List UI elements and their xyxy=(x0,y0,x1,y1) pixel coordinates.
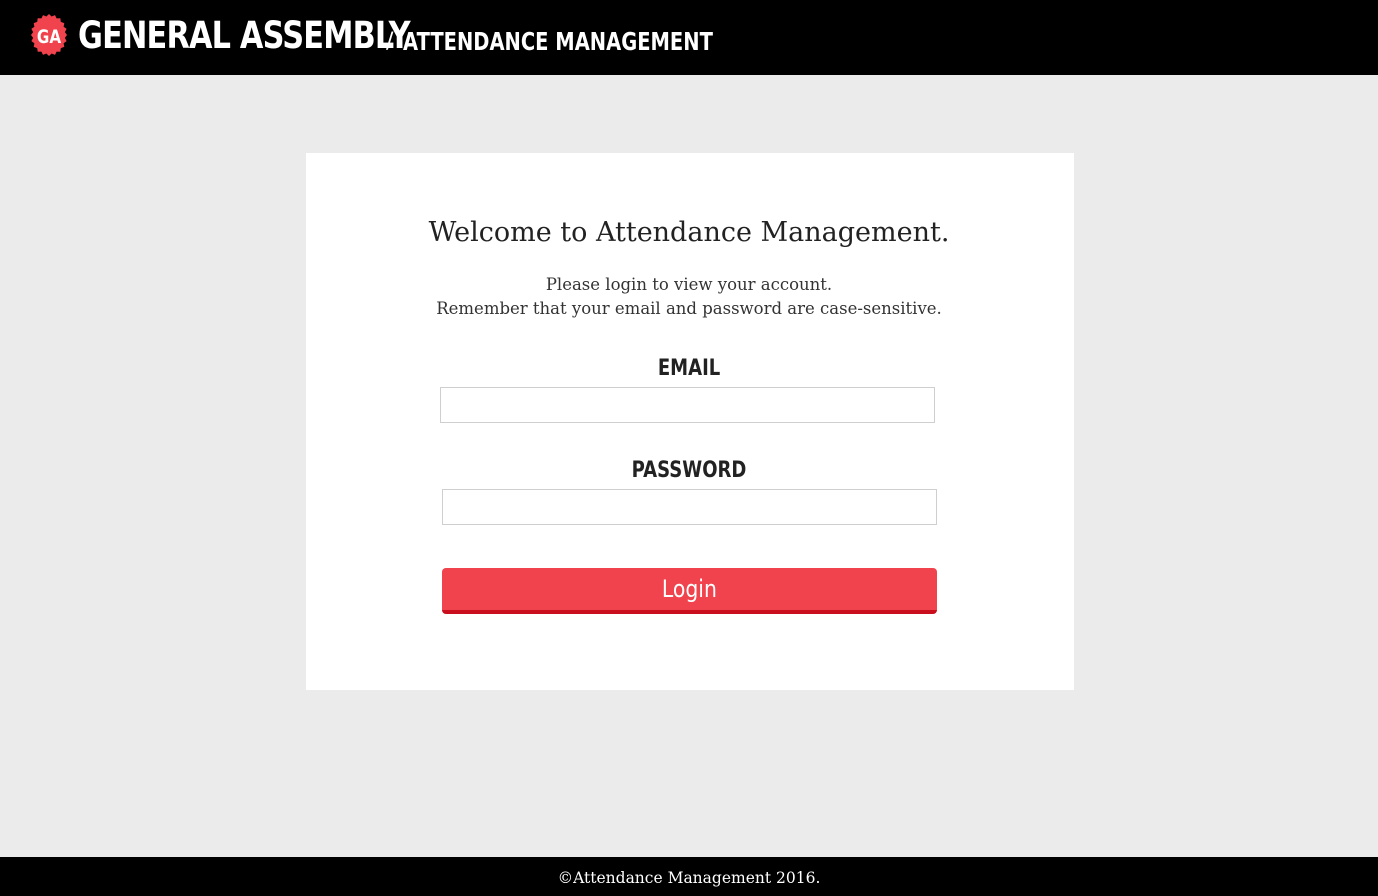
login-button-label: Login xyxy=(661,575,718,603)
title-separator: / xyxy=(386,29,394,54)
footer: ©Attendance Management 2016. xyxy=(0,857,1378,896)
password-input[interactable] xyxy=(442,489,937,525)
email-input[interactable] xyxy=(440,387,935,423)
password-label-text: PASSWORD xyxy=(631,458,747,483)
login-button[interactable]: Login xyxy=(442,568,937,614)
email-label-text: EMAIL xyxy=(657,356,721,381)
ga-logo-text: GA xyxy=(37,26,62,48)
brand-title[interactable]: GENERAL ASSEMBLY xyxy=(78,10,411,62)
top-bar: GA GENERAL ASSEMBLY / ATTENDANCE MANAGEM… xyxy=(0,0,1378,75)
password-label: PASSWORD xyxy=(0,456,1378,486)
case-sensitive-note: Remember that your email and password ar… xyxy=(436,299,942,318)
copyright-text: ©Attendance Management 2016. xyxy=(557,869,821,887)
welcome-heading: Welcome to Attendance Management. xyxy=(428,217,950,248)
ga-logo-icon[interactable]: GA xyxy=(28,14,70,56)
app-name[interactable]: ATTENDANCE MANAGEMENT xyxy=(403,24,713,60)
login-instruction: Please login to view your account. xyxy=(545,275,833,294)
ga-logo-badge-shape: GA xyxy=(31,14,67,56)
email-label: EMAIL xyxy=(0,354,1378,384)
